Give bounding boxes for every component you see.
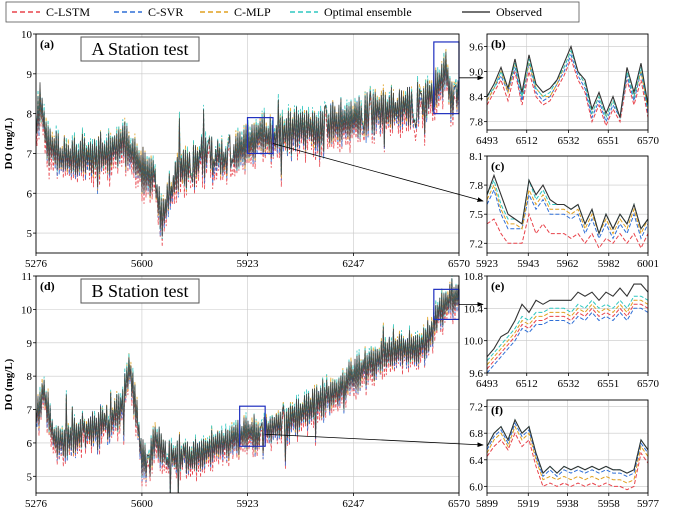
y-tick-label: 7.8 (469, 117, 483, 129)
x-tick-label: 6532 (558, 135, 580, 147)
y-tick-label: 6.8 (469, 428, 483, 440)
x-tick-label: 5600 (131, 258, 154, 270)
panel-letter: (e) (491, 279, 504, 293)
legend-label: C-LSTM (46, 5, 90, 19)
y-tick-label: 7 (27, 405, 33, 417)
x-tick-label: 6247 (342, 498, 365, 510)
panel-letter: (a) (40, 37, 54, 51)
x-tick-label: 5923 (237, 498, 260, 510)
legend: C-LSTM C-SVR C-MLP Optimal ensemble Observed (5, 1, 580, 23)
y-tick-label: 9 (27, 338, 33, 350)
y-tick-label: 10.4 (464, 303, 484, 315)
x-tick-label: 6001 (637, 258, 659, 270)
x-tick-label: 5600 (131, 498, 154, 510)
x-tick-label: 5938 (557, 498, 580, 510)
figure-canvas: A Station test 5276 5600 5923 6247 6570 5 6 7 8 9 1… (3, 1, 660, 510)
panel-letter: (b) (491, 37, 506, 51)
y-tick-label: 5 (27, 471, 33, 483)
station-title: B Station test (91, 281, 188, 301)
y-tick-label: 6.4 (469, 455, 483, 467)
legend-label: Observed (496, 5, 542, 19)
x-tick-label: 5899 (476, 498, 499, 510)
plot-background (487, 276, 648, 373)
x-tick-label: 5923 (476, 258, 499, 270)
x-tick-label: 6532 (558, 378, 580, 390)
y-tick-label: 9.6 (469, 42, 483, 54)
panel-letter: (d) (40, 279, 55, 293)
panel-f: 5899 5919 5938 5958 5977 6.0 6.4 6.8 7.2 (f) (469, 399, 660, 510)
y-tick-label: 8 (27, 109, 33, 121)
y-tick-label: 10.0 (464, 336, 484, 348)
panel-letter: (c) (491, 159, 504, 173)
panel-a: A Station test 5276 5600 5923 6247 6570 5 6 7 8 9 1… (3, 29, 471, 270)
legend-label: C-SVR (148, 5, 183, 19)
x-tick-label: 5977 (637, 498, 660, 510)
panel-d: B Station test 5276 5600 5923 6247 6570 5 6 7 8 9 1… (3, 271, 471, 510)
station-title: A Station test (91, 39, 188, 59)
y-tick-label: 7.2 (469, 238, 483, 250)
y-tick-label: 10 (21, 29, 33, 41)
x-tick-label: 6570 (448, 498, 471, 510)
y-tick-label: 8.4 (469, 92, 483, 104)
y-tick-label: 6 (27, 188, 33, 200)
y-tick-label: 8.1 (469, 151, 483, 163)
y-tick-label: 5 (27, 228, 33, 240)
x-tick-label: 6493 (476, 135, 499, 147)
y-tick-label: 7.8 (469, 180, 483, 192)
x-tick-label: 6512 (516, 378, 538, 390)
x-tick-label: 6551 (597, 378, 619, 390)
x-tick-label: 6551 (597, 135, 619, 147)
panel-b: 6493 6512 6532 6551 6570 7.8 8.4 9.0 9.6 (b) (469, 33, 660, 147)
legend-label: C-MLP (234, 5, 271, 19)
y-tick-label: 9.6 (469, 368, 483, 380)
x-tick-label: 6570 (637, 135, 660, 147)
y-tick-label: 9 (27, 69, 33, 81)
station-title-box: B Station test (80, 278, 200, 304)
y-tick-label: 10.8 (464, 271, 484, 283)
y-tick-label: 6 (27, 438, 33, 450)
y-axis-label: DO (mg/L) (3, 358, 15, 410)
y-tick-label: 11 (21, 271, 32, 283)
x-tick-label: 6570 (637, 378, 660, 390)
station-title-box: A Station test (80, 36, 200, 62)
panel-letter: (f) (491, 403, 503, 417)
x-tick-label: 5958 (598, 498, 621, 510)
y-tick-label: 10 (21, 304, 33, 316)
y-tick-label: 9.0 (469, 67, 483, 79)
x-tick-label: 5962 (557, 258, 579, 270)
y-tick-label: 7 (27, 148, 33, 160)
panel-c: 5923 5943 5962 5982 6001 7.2 7.5 7.8 8.1 (c) (469, 151, 659, 270)
legend-label: Optimal ensemble (324, 5, 412, 19)
x-tick-label: 5982 (598, 258, 620, 270)
y-tick-label: 7.5 (469, 209, 483, 221)
y-tick-label: 8 (27, 371, 33, 383)
x-tick-label: 6512 (516, 135, 538, 147)
x-tick-label: 5923 (237, 258, 260, 270)
x-tick-label: 5943 (517, 258, 540, 270)
x-tick-label: 6570 (448, 258, 471, 270)
panel-e: 6493 6512 6532 6551 65709.610.010.410.8(e) (464, 271, 660, 390)
x-tick-label: 5276 (25, 258, 48, 270)
y-axis-label: DO (mg/L) (3, 117, 15, 169)
y-tick-label: 7.2 (469, 402, 483, 414)
x-tick-label: 5276 (25, 498, 48, 510)
x-tick-label: 6247 (342, 258, 365, 270)
x-tick-label: 5919 (517, 498, 540, 510)
y-tick-label: 6.0 (469, 481, 483, 493)
